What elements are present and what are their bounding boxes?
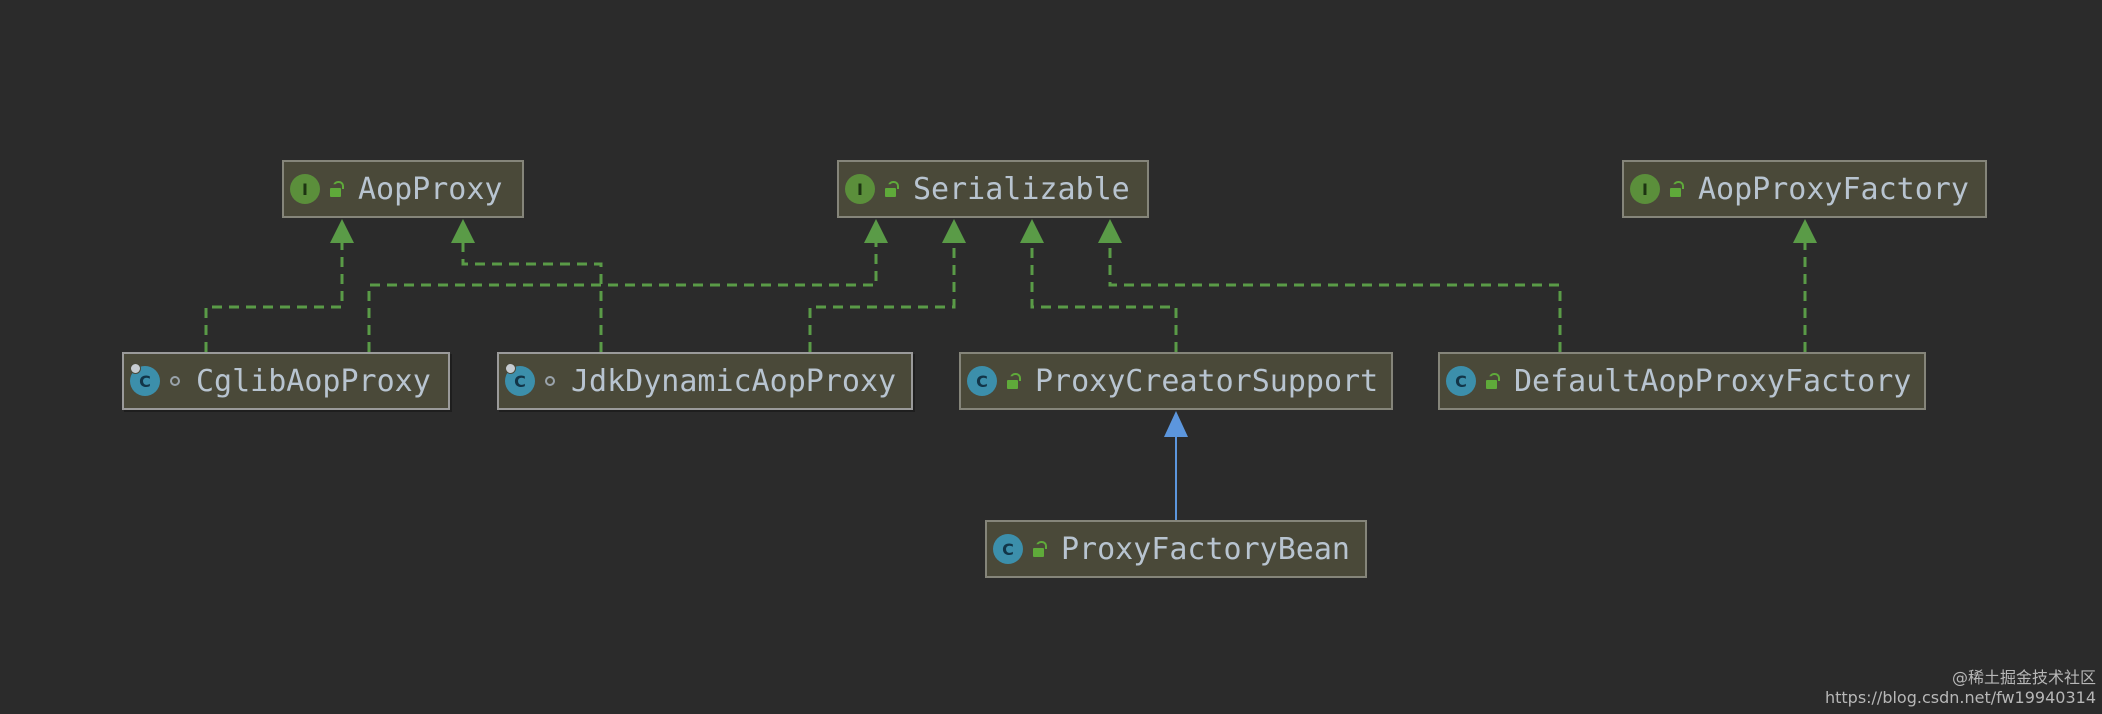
edge-cglib-to-aopproxy — [204, 240, 344, 352]
node-cglibaopproxy[interactable]: C CglibAopProxy — [122, 352, 450, 410]
class-icon: C — [993, 534, 1023, 564]
arrowhead-aopproxy-1 — [330, 219, 354, 243]
abstract-marker-icon — [130, 363, 141, 374]
node-label: CglibAopProxy — [196, 363, 431, 399]
public-lock-icon — [1670, 181, 1682, 197]
node-label: JdkDynamicAopProxy — [571, 363, 897, 399]
public-lock-icon — [1007, 373, 1019, 389]
edge-proxycreatorsupport-to-serializable — [1030, 240, 1178, 352]
node-proxyfactorybean[interactable]: C ProxyFactoryBean — [985, 520, 1367, 578]
arrowhead-aopproxy-2 — [451, 219, 475, 243]
interface-icon: I — [290, 174, 320, 204]
node-label: DefaultAopProxyFactory — [1514, 363, 1912, 399]
package-private-icon — [170, 376, 180, 386]
class-icon: C — [505, 363, 535, 396]
arrowhead-proxycreatorsupport — [1164, 411, 1188, 437]
class-icon: C — [967, 366, 997, 396]
watermark-line-1: @稀土掘金技术社区 — [1951, 668, 2096, 687]
package-private-icon — [545, 376, 555, 386]
node-jdkdynamicaopproxy[interactable]: C JdkDynamicAopProxy — [497, 352, 913, 410]
interface-icon: I — [845, 174, 875, 204]
node-aopproxyfactory[interactable]: I AopProxyFactory — [1622, 160, 1987, 218]
public-lock-icon — [330, 181, 342, 197]
node-label: AopProxy — [358, 171, 503, 207]
public-lock-icon — [885, 181, 897, 197]
arrowhead-serializable-1 — [864, 219, 888, 243]
edge-jdk-to-aopproxy — [461, 240, 603, 352]
node-defaultaopproxyfactory[interactable]: C DefaultAopProxyFactory — [1438, 352, 1926, 410]
public-lock-icon — [1033, 541, 1045, 557]
class-diagram: I AopProxy I Serializable I AopProxyFact… — [0, 0, 2102, 714]
watermark: @稀土掘金技术社区 https://blog.csdn.net/fw199403… — [1825, 668, 2096, 708]
node-aopproxy[interactable]: I AopProxy — [282, 160, 524, 218]
node-label: Serializable — [913, 171, 1130, 207]
node-label: ProxyCreatorSupport — [1035, 363, 1379, 399]
interface-icon: I — [1630, 174, 1660, 204]
abstract-marker-icon — [505, 363, 516, 374]
edge-jdk-to-serializable — [808, 240, 956, 352]
node-label: ProxyFactoryBean — [1061, 531, 1350, 567]
edge-cglib-to-serializable — [367, 240, 878, 352]
public-lock-icon — [1486, 373, 1498, 389]
arrowhead-serializable-4 — [1098, 219, 1122, 243]
arrowhead-aopproxyfactory — [1793, 219, 1817, 243]
arrowhead-serializable-3 — [1020, 219, 1044, 243]
node-label: AopProxyFactory — [1698, 171, 1969, 207]
class-icon: C — [1446, 366, 1476, 396]
class-icon: C — [130, 363, 160, 396]
arrowhead-serializable-2 — [942, 219, 966, 243]
edge-defaultaopproxyfactory-to-serializable — [1108, 240, 1562, 352]
node-proxycreatorsupport[interactable]: C ProxyCreatorSupport — [959, 352, 1393, 410]
node-serializable[interactable]: I Serializable — [837, 160, 1149, 218]
watermark-line-2: https://blog.csdn.net/fw19940314 — [1824, 688, 2096, 707]
